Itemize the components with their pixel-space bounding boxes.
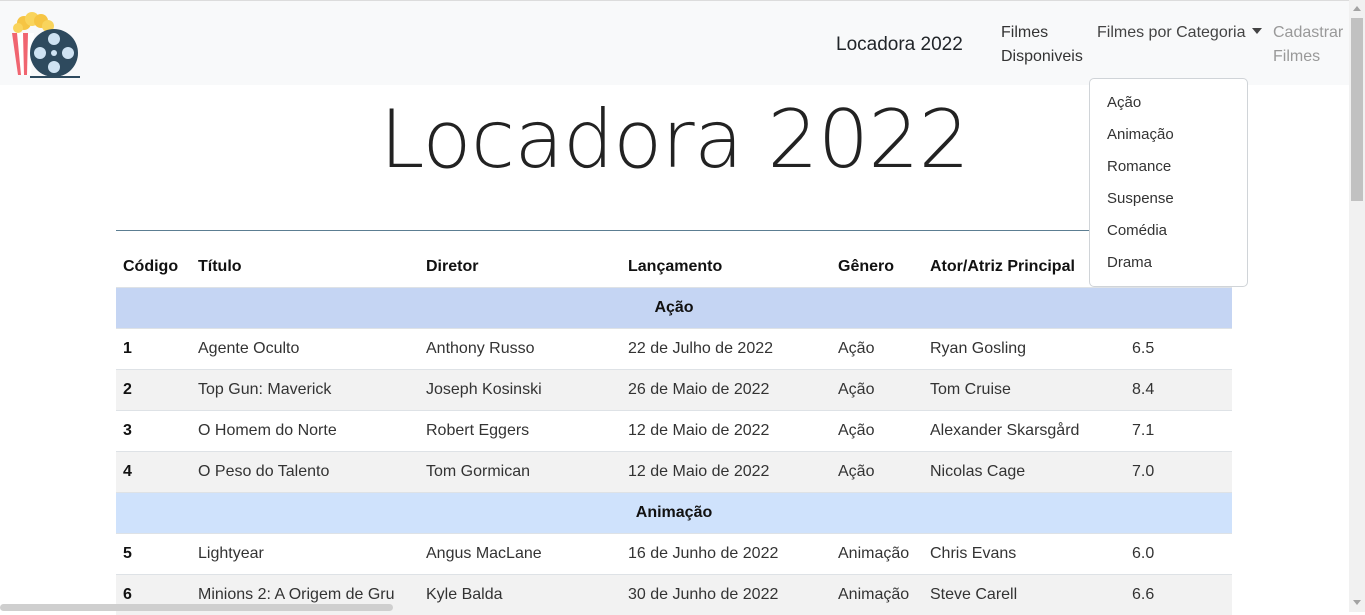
cell-genre: Ação	[831, 411, 923, 452]
table-row: 3 O Homem do Norte Robert Eggers 12 de M…	[116, 411, 1232, 452]
cell-title: Top Gun: Maverick	[191, 370, 419, 411]
cell-genre: Ação	[831, 370, 923, 411]
title-divider	[116, 230, 1232, 231]
group-title: Ação	[116, 288, 1232, 329]
cell-actor: Alexander Skarsgård	[923, 411, 1125, 452]
column-header-codigo: Código	[116, 247, 191, 288]
category-dropdown-menu: Ação Animação Romance Suspense Comédia D…	[1089, 78, 1248, 287]
cell-code: 1	[116, 329, 191, 370]
table-row: 5 Lightyear Angus MacLane 16 de Junho de…	[116, 534, 1232, 575]
cell-release: 30 de Junho de 2022	[621, 575, 831, 615]
nav-dropdown-filmes-por-categoria[interactable]: Filmes por Categoria	[1097, 21, 1262, 45]
cell-actor: Chris Evans	[923, 534, 1125, 575]
scroll-down-arrow-icon[interactable]	[1353, 600, 1361, 605]
cell-actor: Steve Carell	[923, 575, 1125, 615]
cell-code: 4	[116, 452, 191, 493]
table-row: 4 O Peso do Talento Tom Gormican 12 de M…	[116, 452, 1232, 493]
navbar: Locadora 2022 Filmes Disponiveis Filmes …	[0, 1, 1349, 85]
cell-genre: Animação	[831, 534, 923, 575]
dropdown-item-drama[interactable]: Drama	[1090, 247, 1247, 279]
table-header-row: Código Título Diretor Lançamento Gênero …	[116, 247, 1232, 288]
horizontal-scrollbar-thumb[interactable]	[0, 604, 393, 611]
dropdown-item-acao[interactable]: Ação	[1090, 87, 1247, 119]
table-row: 2 Top Gun: Maverick Joseph Kosinski 26 d…	[116, 370, 1232, 411]
cell-code: 5	[116, 534, 191, 575]
cell-director: Tom Gormican	[419, 452, 621, 493]
column-header-diretor: Diretor	[419, 247, 621, 288]
cell-rating: 6.0	[1125, 534, 1232, 575]
cell-actor: Ryan Gosling	[923, 329, 1125, 370]
nav-link-cadastrar-filmes[interactable]: Cadastrar Filmes	[1273, 21, 1353, 69]
cell-code: 2	[116, 370, 191, 411]
cell-release: 12 de Maio de 2022	[621, 452, 831, 493]
group-header-row: Ação	[116, 288, 1232, 329]
cell-title: Lightyear	[191, 534, 419, 575]
nav-link-filmes-disponiveis[interactable]: Filmes Disponiveis	[1001, 21, 1096, 69]
cell-title: O Homem do Norte	[191, 411, 419, 452]
dropdown-item-suspense[interactable]: Suspense	[1090, 183, 1247, 215]
popcorn-film-reel-logo-icon[interactable]	[10, 11, 80, 79]
column-header-titulo: Título	[191, 247, 419, 288]
group-title: Animação	[116, 493, 1232, 534]
navbar-brand[interactable]: Locadora 2022	[836, 34, 963, 56]
cell-director: Joseph Kosinski	[419, 370, 621, 411]
dropdown-item-comedia[interactable]: Comédia	[1090, 215, 1247, 247]
cell-actor: Tom Cruise	[923, 370, 1125, 411]
caret-down-icon	[1252, 28, 1262, 34]
cell-director: Anthony Russo	[419, 329, 621, 370]
cell-code: 3	[116, 411, 191, 452]
table-row: 1 Agente Oculto Anthony Russo 22 de Julh…	[116, 329, 1232, 370]
dropdown-item-romance[interactable]: Romance	[1090, 151, 1247, 183]
cell-genre: Animação	[831, 575, 923, 615]
cell-rating: 6.5	[1125, 329, 1232, 370]
dropdown-item-animacao[interactable]: Animação	[1090, 119, 1247, 151]
cell-rating: 6.6	[1125, 575, 1232, 615]
cell-director: Angus MacLane	[419, 534, 621, 575]
cell-rating: 7.0	[1125, 452, 1232, 493]
cell-title: Agente Oculto	[191, 329, 419, 370]
cell-rating: 8.4	[1125, 370, 1232, 411]
cell-release: 12 de Maio de 2022	[621, 411, 831, 452]
cell-actor: Nicolas Cage	[923, 452, 1125, 493]
cell-genre: Ação	[831, 452, 923, 493]
cell-title: O Peso do Talento	[191, 452, 419, 493]
cell-genre: Ação	[831, 329, 923, 370]
vertical-scrollbar-thumb[interactable]	[1351, 18, 1363, 201]
column-header-genero: Gênero	[831, 247, 923, 288]
cell-release: 22 de Julho de 2022	[621, 329, 831, 370]
cell-release: 26 de Maio de 2022	[621, 370, 831, 411]
cell-rating: 7.1	[1125, 411, 1232, 452]
movies-table: Código Título Diretor Lançamento Gênero …	[116, 247, 1232, 615]
scroll-up-arrow-icon[interactable]	[1353, 6, 1361, 11]
cell-director: Kyle Balda	[419, 575, 621, 615]
nav-dropdown-label: Filmes por Categoria	[1097, 24, 1246, 41]
cell-release: 16 de Junho de 2022	[621, 534, 831, 575]
group-header-row: Animação	[116, 493, 1232, 534]
cell-director: Robert Eggers	[419, 411, 621, 452]
column-header-lancamento: Lançamento	[621, 247, 831, 288]
